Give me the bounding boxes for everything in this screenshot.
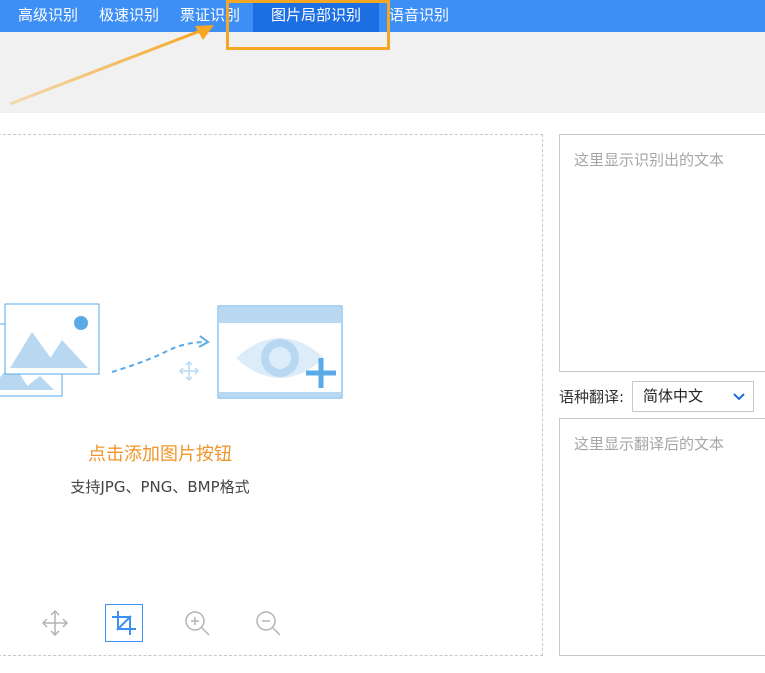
tab-fast-ocr[interactable]: 极速识别	[99, 0, 159, 32]
move-tool-button[interactable]	[36, 604, 74, 642]
add-image-button[interactable]: 点击添加图片按钮	[0, 440, 320, 466]
add-image-illustration	[0, 303, 343, 399]
tab-voice-recognition[interactable]: 语音识别	[389, 0, 449, 32]
selected-language: 简体中文	[643, 387, 704, 405]
zoom-out-icon	[256, 611, 281, 636]
translate-language-select[interactable]: 简体中文	[632, 381, 754, 412]
highlight-box	[226, 0, 390, 50]
tab-advanced-ocr[interactable]: 高级识别	[18, 0, 78, 32]
crop-icon	[112, 611, 136, 635]
chevron-down-icon	[733, 393, 745, 401]
translation-result-textarea[interactable]: 这里显示翻译后的文本	[559, 418, 765, 656]
zoom-out-button[interactable]	[249, 604, 287, 642]
ocr-result-placeholder: 这里显示识别出的文本	[574, 151, 725, 169]
crop-tool-button[interactable]	[105, 604, 143, 642]
translate-language-label: 语种翻译:	[559, 388, 625, 406]
move-icon	[41, 609, 69, 637]
translation-placeholder: 这里显示翻译后的文本	[574, 435, 725, 453]
ocr-result-textarea[interactable]: 这里显示识别出的文本	[559, 134, 765, 372]
zoom-in-button[interactable]	[178, 604, 216, 642]
zoom-in-icon	[185, 611, 210, 636]
supported-formats-text: 支持JPG、PNG、BMP格式	[70, 478, 250, 496]
